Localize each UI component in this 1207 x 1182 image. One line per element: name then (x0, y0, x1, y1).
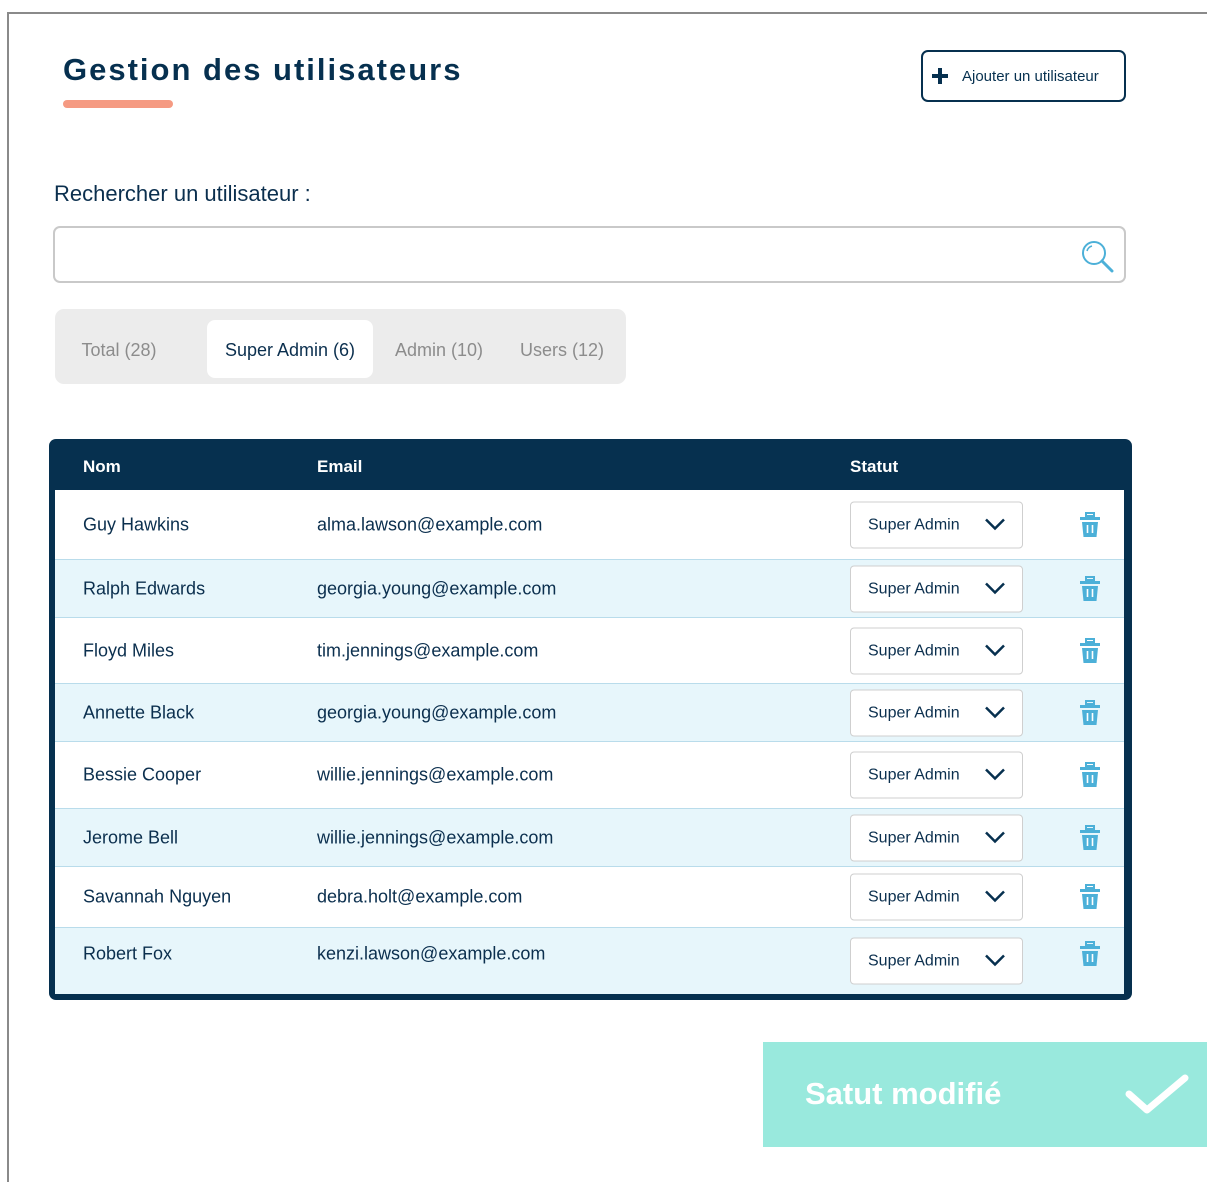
status-value: Super Admin (868, 952, 960, 970)
chevron-down-icon (985, 831, 1005, 843)
users-table: Nom Email Statut Guy Hawkins alma.lawson… (49, 439, 1132, 1000)
status-value: Super Admin (868, 580, 960, 597)
trash-icon[interactable] (1079, 762, 1101, 788)
chevron-down-icon (985, 706, 1005, 718)
status-select[interactable]: Super Admin (850, 689, 1023, 736)
status-select[interactable]: Super Admin (850, 873, 1023, 921)
status-select[interactable]: Super Admin (850, 937, 1023, 985)
table-row: Savannah Nguyen debra.holt@example.com S… (55, 867, 1124, 928)
status-value: Super Admin (868, 704, 960, 721)
user-name: Savannah Nguyen (83, 886, 232, 907)
table-row: Bessie Cooper willie.jennings@example.co… (55, 742, 1124, 809)
user-email: georgia.young@example.com (317, 578, 557, 598)
user-email: willie.jennings@example.com (317, 827, 554, 847)
chevron-down-icon (985, 890, 1005, 903)
add-user-button[interactable]: Ajouter un utilisateur (921, 50, 1126, 102)
table-row: Annette Black georgia.young@example.com … (55, 684, 1124, 742)
trash-icon[interactable] (1079, 699, 1101, 726)
trash-icon[interactable] (1079, 884, 1101, 910)
user-email: debra.holt@example.com (317, 886, 523, 907)
check-icon (1125, 1074, 1189, 1114)
chevron-down-icon (985, 582, 1005, 594)
user-name: Floyd Miles (83, 640, 175, 660)
column-header-status: Statut (850, 457, 899, 476)
status-value: Super Admin (868, 888, 960, 906)
status-value: Super Admin (868, 766, 960, 784)
user-name: Bessie Cooper (83, 764, 202, 785)
status-select[interactable]: Super Admin (850, 565, 1023, 612)
role-filter-tabs: Total (28) Super Admin (6) Admin (10) Us… (55, 309, 626, 384)
column-header-name: Nom (83, 457, 121, 476)
user-email: tim.jennings@example.com (317, 640, 539, 660)
user-email: willie.jennings@example.com (317, 764, 554, 785)
table-row: Ralph Edwards georgia.young@example.com … (55, 560, 1124, 618)
status-value: Super Admin (868, 516, 960, 533)
chevron-down-icon (985, 768, 1005, 781)
tab-super-admin[interactable]: Super Admin (6) (207, 320, 373, 378)
title-underline (63, 100, 173, 108)
add-user-button-label: Ajouter un utilisateur (962, 67, 1099, 85)
table-row: Guy Hawkins alma.lawson@example.com Supe… (55, 490, 1124, 560)
status-select[interactable]: Super Admin (850, 814, 1023, 861)
chevron-down-icon (985, 954, 1005, 967)
table-row: Robert Fox kenzi.lawson@example.com Supe… (55, 928, 1124, 994)
user-name: Robert Fox (83, 943, 173, 964)
page-title: Gestion des utilisateurs (63, 52, 463, 87)
plus-icon (932, 68, 948, 84)
tab-total[interactable]: Total (28) (65, 320, 173, 378)
column-header-email: Email (317, 457, 363, 476)
table-row: Jerome Bell willie.jennings@example.com … (55, 809, 1124, 867)
chevron-down-icon (985, 518, 1005, 530)
search-box (53, 226, 1126, 283)
toast-message: Satut modifié (805, 1076, 1002, 1111)
table-row: Floyd Miles tim.jennings@example.com Sup… (55, 618, 1124, 684)
user-email: georgia.young@example.com (317, 702, 557, 722)
table-body: Guy Hawkins alma.lawson@example.com Supe… (55, 490, 1124, 994)
table-header: Nom Email Statut (55, 439, 1126, 490)
chevron-down-icon (985, 644, 1005, 656)
status-value: Super Admin (868, 642, 960, 659)
trash-icon[interactable] (1079, 941, 1101, 967)
trash-icon[interactable] (1079, 511, 1101, 538)
trash-icon[interactable] (1079, 637, 1101, 664)
search-icon[interactable] (1080, 239, 1114, 273)
user-name: Ralph Edwards (83, 578, 206, 598)
status-select[interactable]: Super Admin (850, 751, 1023, 799)
user-name: Jerome Bell (83, 827, 179, 847)
status-select[interactable]: Super Admin (850, 501, 1023, 548)
user-email: kenzi.lawson@example.com (317, 943, 546, 964)
status-select[interactable]: Super Admin (850, 627, 1023, 674)
status-value: Super Admin (868, 829, 960, 846)
search-label: Rechercher un utilisateur : (54, 181, 311, 206)
user-name: Annette Black (83, 702, 195, 722)
user-email: alma.lawson@example.com (317, 514, 543, 534)
user-name: Guy Hawkins (83, 514, 190, 534)
search-input[interactable] (69, 238, 1063, 274)
status-toast: Satut modifié (763, 1042, 1207, 1147)
trash-icon[interactable] (1079, 575, 1101, 602)
tab-users[interactable]: Users (12) (513, 320, 611, 378)
tab-admin[interactable]: Admin (10) (385, 320, 493, 378)
trash-icon[interactable] (1079, 824, 1101, 851)
